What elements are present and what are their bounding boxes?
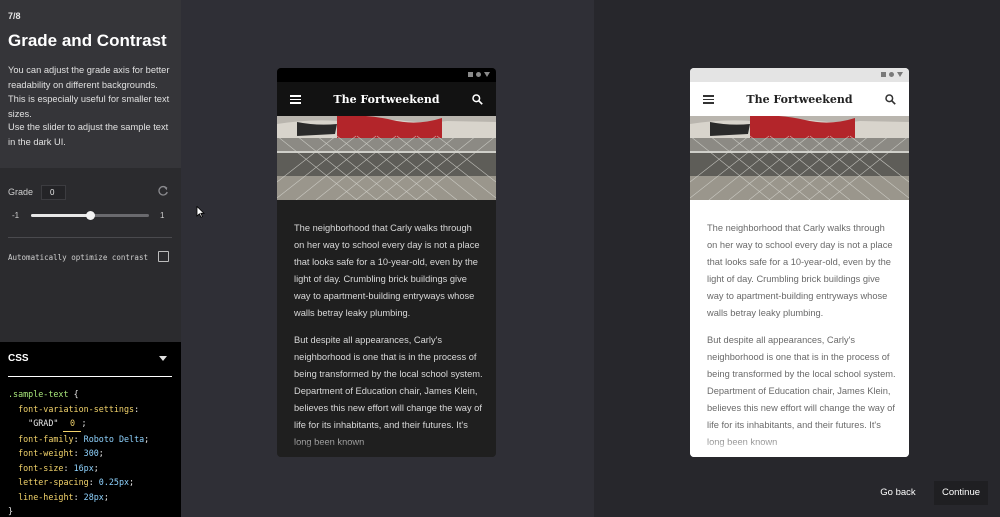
instruction-text: Use the slider to adjust the sample text… [8,122,169,147]
grade-slider[interactable] [31,211,149,220]
css-prop-lineheight: line-height [18,491,74,502]
app-bar: The Fortweekend [690,82,909,116]
auto-contrast-label: Automatically optimize contrast [8,253,148,262]
status-bar [277,68,496,82]
go-back-button[interactable]: Go back [870,483,926,503]
signal-icon [484,72,490,77]
light-phone-preview: The Fortweekend The neighborhood that Ca… [690,68,909,457]
css-val-size: 16px [73,462,94,473]
mouse-cursor-icon [196,206,205,218]
auto-contrast-checkbox[interactable] [158,251,169,262]
square-icon [881,72,886,77]
slider-min-label: -1 [12,211,20,220]
article-paragraph: The neighborhood that Carly walks throug… [707,223,893,318]
css-val-spacing: 0.25px [98,477,130,487]
status-bar [690,68,909,82]
grade-value-input[interactable]: 0 [41,185,66,200]
continue-button[interactable]: Continue [934,481,988,505]
intro-section: 7/8 Grade and Contrast You can adjust th… [0,0,181,168]
css-grad-string: "GRAD" [28,418,59,428]
css-prop-weight: font-weight [18,448,74,458]
sidebar: 7/8 Grade and Contrast You can adjust th… [0,0,181,517]
grade-label: Grade [8,187,34,197]
square-icon [468,72,473,77]
status-icons [881,72,903,77]
css-selector: .sample-text [8,389,69,399]
app-bar: The Fortweekend [277,82,496,116]
circle-icon [476,72,481,77]
slider-fill [31,214,90,217]
article-paragraph: The neighborhood that Carly walks throug… [294,223,480,318]
css-val-lineheight: 28px [83,491,104,502]
sample-text: The neighborhood that Carly walks throug… [707,220,897,457]
dark-phone-preview: The Fortweekend The neighborhood that Ca… [277,68,496,457]
css-val-weight: 300 [83,448,99,458]
search-icon[interactable] [472,94,483,105]
css-open-brace: { [73,389,79,399]
chevron-down-icon[interactable] [159,356,167,361]
step-counter: 7/8 [8,11,21,21]
grad-code-input[interactable]: 0 [63,416,82,432]
status-icons [468,72,490,77]
description-text: You can adjust the grade axis for better… [8,65,170,119]
css-close-brace: } [8,506,14,516]
article-paragraph: But despite all appearances, Carly's nei… [294,335,483,447]
article-photo [690,116,909,200]
app-title: The Fortweekend [333,93,440,106]
signal-icon [897,72,903,77]
css-val-family: Roboto Delta [83,433,145,444]
slider-thumb[interactable] [86,211,95,220]
app-root: 7/8 Grade and Contrast You can adjust th… [0,0,1000,517]
sample-text: The neighborhood that Carly walks throug… [294,220,484,457]
divider [8,237,172,238]
page-title: Grade and Contrast [8,31,167,50]
article-photo [277,116,496,200]
search-icon[interactable] [885,94,896,105]
css-prop-family: font-family [18,433,74,444]
circle-icon [889,72,894,77]
article-paragraph: But despite all appearances, Carly's nei… [707,335,896,447]
css-panel: CSS .sample-text { font-variation-settin… [0,342,181,517]
css-panel-title: CSS [8,353,29,364]
css-code-block: .sample-text { font-variation-settings: … [8,389,150,516]
css-prop-spacing: letter-spacing [18,477,89,487]
css-prop-variation: font-variation-settings [18,403,135,414]
text-fade [690,435,909,457]
css-divider [8,376,172,377]
text-fade [277,435,496,457]
slider-max-label: 1 [160,211,165,220]
app-title: The Fortweekend [746,93,853,106]
reset-icon[interactable] [157,185,169,197]
css-prop-size: font-size [18,462,64,473]
